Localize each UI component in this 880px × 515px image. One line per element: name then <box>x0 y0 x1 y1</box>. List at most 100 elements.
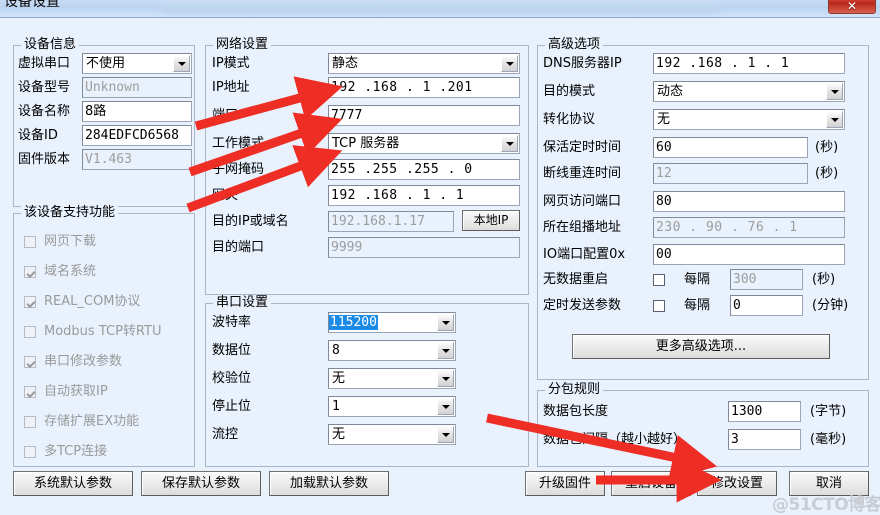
close-icon: ✕ <box>846 0 858 13</box>
close-button[interactable]: ✕ <box>828 0 876 14</box>
reconnect-unit: (秒) <box>815 166 839 181</box>
chevron-down-icon[interactable] <box>437 370 454 387</box>
web-port-label: 网页访问端口 <box>543 194 622 209</box>
feature-checkbox <box>24 266 36 278</box>
reconnect-label: 断线重连时间 <box>543 166 622 181</box>
feature-checkbox <box>24 356 36 368</box>
port-input[interactable]: 7777 <box>328 105 520 126</box>
feature-label: 域名系统 <box>44 264 97 279</box>
network-settings-legend: 网络设置 <box>213 38 272 52</box>
feature-checkbox <box>24 326 36 338</box>
gateway-input[interactable]: 192 .168 . 1 . 1 <box>328 185 520 206</box>
packet-length-label: 数据包长度 <box>543 404 609 419</box>
keepalive-input[interactable]: 60 <box>653 137 808 158</box>
data-bits-label: 数据位 <box>212 343 252 358</box>
packet-length-unit: (字节) <box>810 404 847 419</box>
save-default-button[interactable]: 保存默认参数 <box>141 471 261 496</box>
feature-checkbox <box>24 236 36 248</box>
dialog-client-area: 设备信息 虚拟串口 不使用 设备型号 Unknown 设备名称 8路 设备ID … <box>0 17 880 514</box>
packet-interval-input[interactable]: 3 <box>728 429 801 450</box>
device-id-field: 284EDFCD6568 <box>82 125 192 146</box>
window-title: 设备设置 <box>4 0 60 10</box>
nodata-reboot-checkbox[interactable] <box>653 274 665 286</box>
upgrade-firmware-button[interactable]: 升级固件 <box>525 471 605 496</box>
reboot-device-button[interactable]: 重启设备 <box>611 471 691 496</box>
timed-send-checkbox[interactable] <box>653 300 665 312</box>
chevron-down-icon[interactable] <box>501 135 518 152</box>
feature-label: REAL_COM协议 <box>44 294 141 309</box>
work-mode-value: TCP 服务器 <box>332 136 400 151</box>
multicast-input: 230 . 90 . 76 . 1 <box>653 217 845 238</box>
multicast-label: 所在组播地址 <box>543 220 622 235</box>
ip-address-input[interactable]: 192 .168 . 1 .201 <box>328 77 520 98</box>
packet-rules-legend: 分包规则 <box>545 383 604 397</box>
feature-label: 串口修改参数 <box>44 354 123 369</box>
data-bits-select[interactable]: 8 <box>328 340 456 361</box>
port-label: 端口 <box>212 108 239 123</box>
dest-ip-label: 目的IP或域名 <box>212 214 289 229</box>
stop-bits-label: 停止位 <box>212 399 252 414</box>
load-default-button[interactable]: 加载默认参数 <box>269 471 389 496</box>
io-config-input[interactable]: 00 <box>653 244 845 265</box>
work-mode-label: 工作模式 <box>212 136 265 151</box>
baud-rate-select[interactable]: 115200 <box>328 312 456 333</box>
apply-settings-button[interactable]: 修改设置 <box>697 471 777 496</box>
chevron-down-icon[interactable] <box>437 398 454 415</box>
device-name-label: 设备名称 <box>18 104 71 119</box>
work-mode-select[interactable]: TCP 服务器 <box>328 133 520 154</box>
chevron-down-icon[interactable] <box>437 314 454 331</box>
chevron-down-icon[interactable] <box>501 55 518 72</box>
serial-settings-legend: 串口设置 <box>213 296 272 310</box>
keepalive-unit: (秒) <box>815 140 839 155</box>
data-bits-value: 8 <box>332 343 340 358</box>
dns-label: DNS服务器IP <box>543 56 622 71</box>
protocol-select[interactable]: 无 <box>653 109 845 130</box>
flow-control-select[interactable]: 无 <box>328 424 456 445</box>
dest-mode-select[interactable]: 动态 <box>653 81 845 102</box>
window-title-bar: 设备设置 ✕ <box>0 0 880 18</box>
ip-address-label: IP地址 <box>212 80 250 95</box>
netmask-input[interactable]: 255 .255 .255 . 0 <box>328 159 520 180</box>
feature-checkbox <box>24 386 36 398</box>
chevron-down-icon[interactable] <box>826 111 843 128</box>
protocol-label: 转化协议 <box>543 112 596 127</box>
feature-checkbox <box>24 296 36 308</box>
web-port-input[interactable]: 80 <box>653 191 845 212</box>
cancel-button[interactable]: 取消 <box>789 471 869 496</box>
local-ip-button[interactable]: 本地IP <box>462 210 520 231</box>
flow-control-value: 无 <box>332 427 346 442</box>
feature-label: 网页下载 <box>44 234 97 249</box>
system-default-button[interactable]: 系统默认参数 <box>13 471 133 496</box>
packet-length-input[interactable]: 1300 <box>728 401 801 422</box>
device-name-input[interactable]: 8路 <box>82 101 192 122</box>
packet-rules-group: 分包规则 <box>537 383 869 467</box>
parity-select[interactable]: 无 <box>328 368 456 389</box>
timed-interval-input[interactable]: 0 <box>730 295 803 316</box>
firmware-label: 固件版本 <box>18 152 71 167</box>
advanced-options-legend: 高级选项 <box>545 38 604 52</box>
timed-send-label: 定时发送参数 <box>543 298 622 313</box>
chevron-down-icon[interactable] <box>173 55 190 72</box>
dest-ip-input[interactable]: 192.168.1.17 <box>328 211 454 232</box>
feature-label: Modbus TCP转RTU <box>44 324 162 339</box>
stop-bits-select[interactable]: 1 <box>328 396 456 417</box>
chevron-down-icon[interactable] <box>437 342 454 359</box>
dns-input[interactable]: 192 .168 . 1 . 1 <box>653 53 845 74</box>
model-label: 设备型号 <box>18 80 71 95</box>
ip-mode-label: IP模式 <box>212 56 250 71</box>
feature-label: 存储扩展EX功能 <box>44 414 140 429</box>
nodata-reboot-label: 无数据重启 <box>543 272 609 287</box>
more-advanced-options-button[interactable]: 更多高级选项... <box>572 334 830 359</box>
ip-mode-select[interactable]: 静态 <box>328 53 520 74</box>
netmask-label: 子网掩码 <box>212 162 265 177</box>
reconnect-input: 12 <box>653 163 808 184</box>
virtual-com-select[interactable]: 不使用 <box>82 53 192 74</box>
feature-checkbox <box>24 416 36 428</box>
titlebar-decoration <box>160 0 720 17</box>
chevron-down-icon[interactable] <box>826 83 843 100</box>
chevron-down-icon[interactable] <box>437 426 454 443</box>
dest-port-input[interactable]: 9999 <box>328 237 520 258</box>
virtual-com-label: 虚拟串口 <box>18 56 71 71</box>
dest-mode-value: 动态 <box>657 84 684 99</box>
firmware-field: V1.463 <box>82 149 192 170</box>
